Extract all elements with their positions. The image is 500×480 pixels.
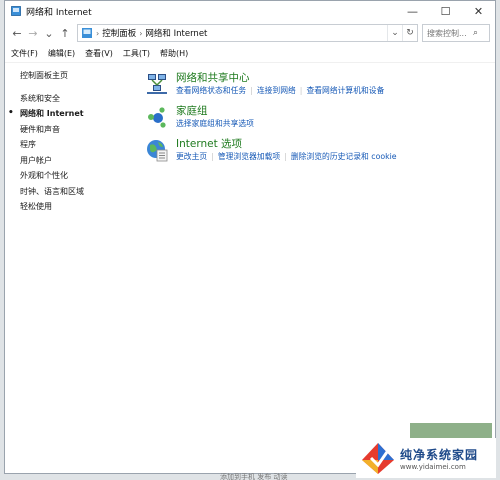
link-divider: | bbox=[299, 86, 303, 95]
menu-file[interactable]: 文件(F) bbox=[11, 48, 38, 59]
sidebar-item-ease-of-access[interactable]: 轻松使用 bbox=[20, 199, 130, 215]
category-homegroup: 家庭组 选择家庭组和共享选项 bbox=[145, 105, 485, 130]
link-divider: | bbox=[211, 152, 214, 161]
background-taskbar-text: 添加到手机 发布 动读 bbox=[220, 473, 288, 480]
link-view-network-status[interactable]: 查看网络状态和任务 bbox=[176, 86, 246, 95]
link-delete-history[interactable]: 删除浏览的历史记录和 cookie bbox=[291, 152, 397, 161]
breadcrumb-control-panel[interactable]: 控制面板 bbox=[102, 27, 136, 39]
sidebar-item-network-internet[interactable]: • 网络和 Internet bbox=[8, 106, 130, 122]
link-divider: | bbox=[250, 86, 253, 95]
menu-tools[interactable]: 工具(T) bbox=[123, 48, 150, 59]
watermark-logo-icon bbox=[362, 443, 394, 474]
search-icon[interactable]: ⌕ bbox=[473, 28, 478, 38]
sidebar-item-clock-language-region[interactable]: 时钟、语言和区域 bbox=[20, 184, 130, 200]
up-button[interactable]: ↑ bbox=[57, 24, 73, 42]
network-sharing-icon bbox=[147, 74, 167, 94]
menu-bar: 文件(F) 编辑(E) 查看(V) 工具(T) 帮助(H) bbox=[5, 45, 495, 63]
window-title: 网络和 Internet bbox=[26, 7, 92, 18]
menu-view[interactable]: 查看(V) bbox=[85, 48, 113, 59]
link-divider: | bbox=[284, 152, 287, 161]
category-network-sharing: 网络和共享中心 查看网络状态和任务 | 连接到网络 | 查看网络计算机和设备 bbox=[145, 72, 485, 97]
sidebar-item-appearance[interactable]: 外观和个性化 bbox=[20, 168, 130, 184]
category-title-homegroup[interactable]: 家庭组 bbox=[176, 105, 254, 118]
title-bar[interactable]: 网络和 Internet — ☐ ✕ bbox=[5, 1, 495, 21]
sidebar-item-label: 网络和 Internet bbox=[20, 109, 84, 118]
control-panel-app-icon bbox=[11, 6, 21, 16]
maximize-button[interactable]: ☐ bbox=[429, 1, 462, 21]
link-connect-to-network[interactable]: 连接到网络 bbox=[257, 86, 296, 95]
category-list: 网络和共享中心 查看网络状态和任务 | 连接到网络 | 查看网络计算机和设备 家庭组 选… bbox=[145, 72, 485, 171]
address-bar[interactable]: › 控制面板 › 网络和 Internet ⌄ ↻ bbox=[77, 24, 418, 42]
sidebar: 控制面板主页 系统和安全 • 网络和 Internet 硬件和声音 程序 用户帐户… bbox=[8, 68, 130, 215]
search-box[interactable]: ⌕ bbox=[422, 24, 490, 42]
desktop-background-strip bbox=[410, 423, 492, 439]
refresh-button[interactable]: ↻ bbox=[402, 25, 417, 41]
site-watermark: 纯净系统家园 www.yidaimei.com bbox=[356, 438, 496, 478]
forward-button[interactable]: → bbox=[25, 24, 41, 42]
internet-options-icon bbox=[147, 140, 168, 162]
menu-help[interactable]: 帮助(H) bbox=[160, 48, 188, 59]
link-manage-addons[interactable]: 管理浏览器加载项 bbox=[218, 152, 280, 161]
search-input[interactable] bbox=[427, 28, 471, 38]
sidebar-item-control-panel-home[interactable]: 控制面板主页 bbox=[20, 68, 130, 84]
breadcrumb-network-internet[interactable]: 网络和 Internet bbox=[145, 27, 207, 39]
sidebar-item-hardware-sound[interactable]: 硬件和声音 bbox=[20, 122, 130, 138]
homegroup-icon bbox=[148, 107, 166, 128]
link-change-homepage[interactable]: 更改主页 bbox=[176, 152, 207, 161]
breadcrumb-separator: › bbox=[139, 28, 143, 38]
active-bullet-icon: • bbox=[8, 108, 14, 118]
menu-edit[interactable]: 编辑(E) bbox=[48, 48, 75, 59]
address-dropdown-icon[interactable]: ⌄ bbox=[387, 25, 402, 41]
minimize-button[interactable]: — bbox=[396, 1, 429, 21]
close-button[interactable]: ✕ bbox=[462, 1, 495, 21]
sidebar-item-programs[interactable]: 程序 bbox=[20, 137, 130, 153]
sidebar-item-user-accounts[interactable]: 用户帐户 bbox=[20, 153, 130, 169]
category-title-network-sharing[interactable]: 网络和共享中心 bbox=[176, 72, 384, 85]
breadcrumb-separator: › bbox=[96, 28, 100, 38]
link-view-network-computers[interactable]: 查看网络计算机和设备 bbox=[306, 86, 384, 95]
recent-locations-dropdown[interactable]: ⌄ bbox=[41, 24, 57, 42]
link-homegroup-sharing-options[interactable]: 选择家庭组和共享选项 bbox=[176, 119, 254, 128]
watermark-name: 纯净系统家园 bbox=[400, 447, 479, 462]
watermark-url: www.yidaimei.com bbox=[400, 462, 466, 471]
category-title-internet-options[interactable]: Internet 选项 bbox=[176, 138, 397, 151]
back-button[interactable]: ← bbox=[9, 24, 25, 42]
category-internet-options: Internet 选项 更改主页 | 管理浏览器加载项 | 删除浏览的历史记录和 coo… bbox=[145, 138, 485, 163]
navigation-bar: ← → ⌄ ↑ › 控制面板 › 网络和 Internet ⌄ ↻ ⌕ bbox=[5, 21, 495, 45]
sidebar-item-system-security[interactable]: 系统和安全 bbox=[20, 91, 130, 107]
control-panel-location-icon bbox=[82, 28, 92, 38]
